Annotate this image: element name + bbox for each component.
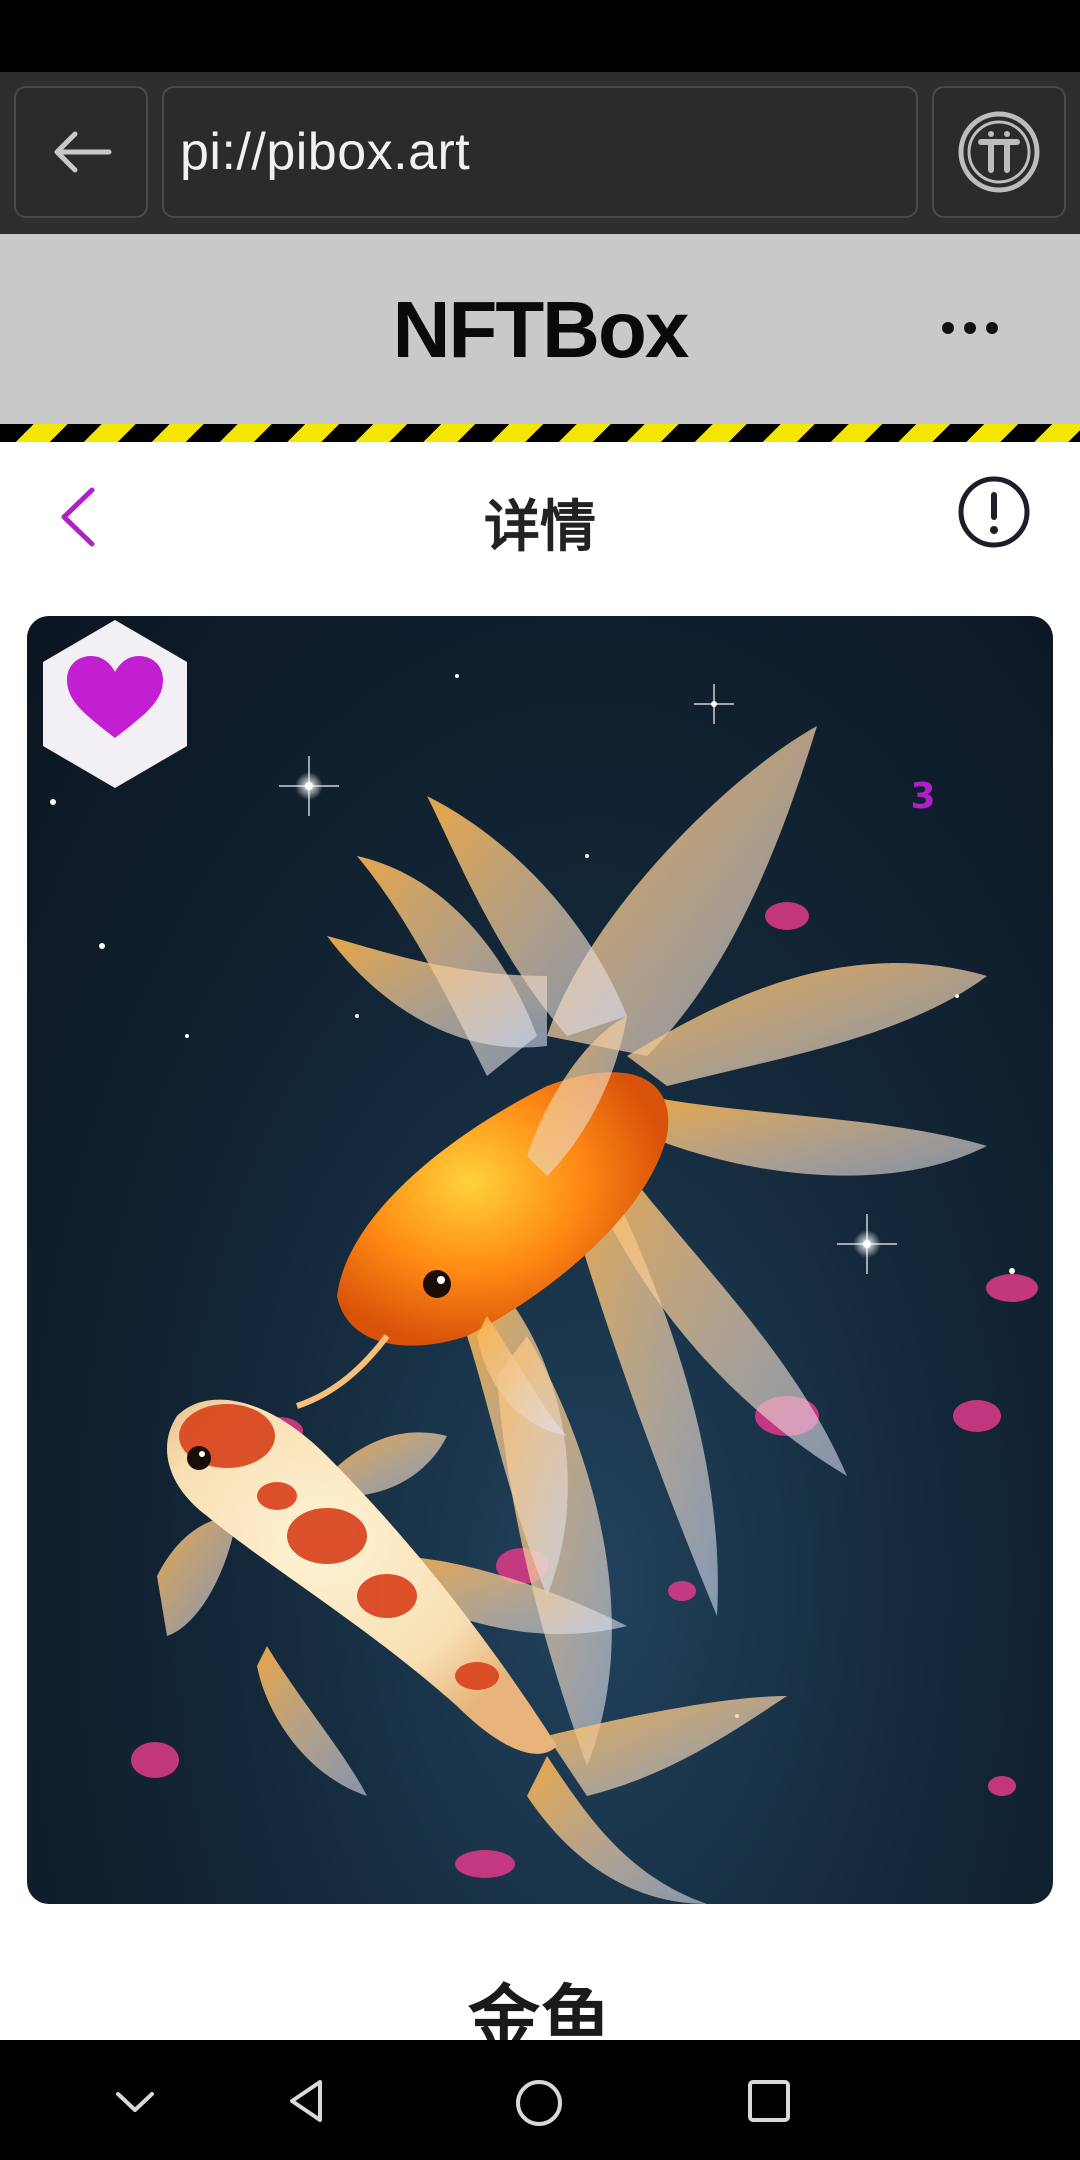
status-bar <box>0 0 1080 72</box>
recents-square-icon[interactable] <box>746 2078 792 2124</box>
back-triangle-icon[interactable] <box>284 2078 330 2124</box>
app-header: NFTBox <box>0 234 1080 424</box>
app-title: NFTBox <box>392 285 690 374</box>
arrow-left-icon <box>54 131 112 173</box>
home-circle-icon[interactable] <box>514 2078 564 2128</box>
pi-network-icon <box>958 111 1040 193</box>
pi-browser-button[interactable] <box>932 86 1066 218</box>
more-horizontal-icon[interactable] <box>940 318 1000 338</box>
page-title: 详情 <box>484 495 596 560</box>
info-circle-icon[interactable] <box>956 474 1032 550</box>
browser-back-button[interactable] <box>14 86 148 218</box>
hazard-stripe-divider <box>0 424 1080 442</box>
address-bar[interactable]: pi://pibox.art <box>162 86 918 218</box>
system-navigation-bar <box>0 2040 1080 2160</box>
like-count: 3 <box>910 776 936 817</box>
nft-artwork-image[interactable]: 3 <box>27 616 1053 1904</box>
like-badge[interactable] <box>27 616 203 792</box>
chevron-down-icon[interactable] <box>112 2078 158 2124</box>
browser-bar: pi://pibox.art <box>0 72 1080 234</box>
page-nav: 详情 <box>0 442 1080 592</box>
url-text: pi://pibox.art <box>180 123 471 181</box>
